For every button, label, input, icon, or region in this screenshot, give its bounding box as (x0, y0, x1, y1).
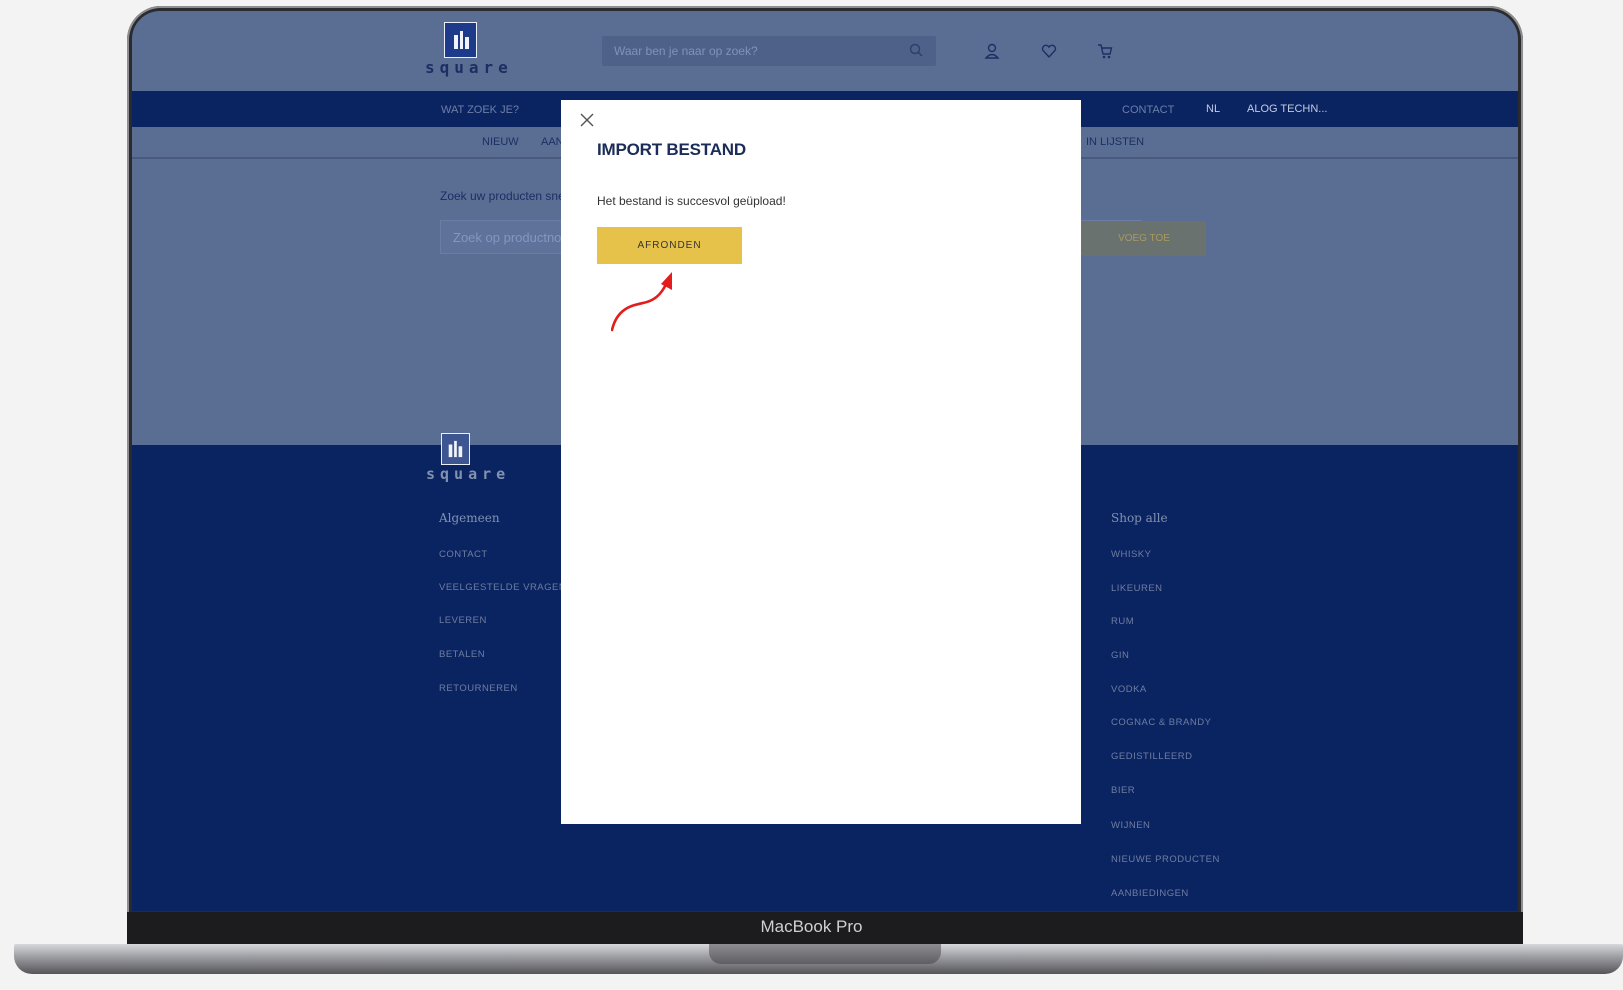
annotation-arrow-icon (611, 272, 672, 332)
nav-item-catalog[interactable]: ALOG TECHN... (1247, 103, 1327, 115)
footer-link-likeuren[interactable]: LIKEUREN (1111, 583, 1163, 594)
footer-link-betalen[interactable]: BETALEN (439, 649, 485, 660)
account-icon[interactable] (983, 42, 1001, 60)
footer-logo-wordmark: square (426, 465, 511, 483)
footer-link-gedistilleerd[interactable]: GEDISTILLEERD (1111, 751, 1192, 762)
footer-link-gin[interactable]: GIN (1111, 650, 1129, 661)
laptop-screen: square Waar ben je naar op zoek? WAT ZOE… (132, 11, 1518, 911)
heart-icon[interactable] (1040, 42, 1058, 60)
footer-link-retourneren[interactable]: RETOURNEREN (439, 683, 518, 694)
footer-link-rum[interactable]: RUM (1111, 616, 1134, 627)
footer-link-vodka[interactable]: VODKA (1111, 684, 1147, 695)
nav-item-contact[interactable]: CONTACT (1122, 104, 1174, 116)
footer-link-faq[interactable]: VEELGESTELDE VRAGEN (439, 582, 566, 593)
upload-success-message: Het bestand is succesvol geüpload! (597, 194, 786, 208)
footer-link-whisky[interactable]: WHISKY (1111, 549, 1151, 560)
site-header: square Waar ben je naar op zoek? (132, 11, 1518, 91)
close-icon[interactable] (579, 112, 595, 128)
nav-item-nieuw[interactable]: NIEUW (482, 136, 519, 148)
footer-link-bier[interactable]: BIER (1111, 785, 1135, 796)
footer-link-nieuwe-producten[interactable]: NIEUWE PRODUCTEN (1111, 854, 1220, 865)
site-search-placeholder: Waar ben je naar op zoek? (614, 44, 758, 58)
square-logo-icon[interactable] (444, 22, 477, 58)
footer-logo-icon[interactable] (441, 433, 470, 465)
finish-button[interactable]: AFRONDEN (597, 227, 742, 264)
site-search-input[interactable]: Waar ben je naar op zoek? (602, 36, 936, 66)
footer-heading-shop: Shop alle (1111, 511, 1168, 525)
logo-wordmark: square (425, 58, 513, 77)
laptop-notch (709, 944, 941, 964)
product-number-placeholder: Zoek op productno (453, 230, 562, 245)
modal-title: IMPORT BESTAND (597, 140, 746, 159)
footer-heading-general: Algemeen (439, 511, 500, 525)
quick-order-intro: Zoek uw producten snel (440, 189, 568, 203)
footer-link-wijnen[interactable]: WIJNEN (1111, 820, 1150, 831)
nav-item-lijsten[interactable]: IN LIJSTEN (1086, 136, 1144, 148)
add-product-button[interactable]: VOEG TOE (1082, 221, 1206, 256)
add-product-label: VOEG TOE (1118, 233, 1170, 244)
search-icon[interactable] (908, 42, 926, 60)
import-file-modal: IMPORT BESTAND Het bestand is succesvol … (561, 100, 1081, 824)
footer-link-cognac[interactable]: COGNAC & BRANDY (1111, 717, 1211, 728)
footer-link-contact[interactable]: CONTACT (439, 549, 488, 560)
nav-item-language[interactable]: NL (1206, 103, 1220, 115)
cart-icon[interactable] (1096, 42, 1114, 60)
footer-link-aanbiedingen[interactable]: AANBIEDINGEN (1111, 888, 1189, 899)
footer-link-leveren[interactable]: LEVEREN (439, 615, 487, 626)
nav-item-wat-zoek-je[interactable]: WAT ZOEK JE? (441, 104, 519, 116)
device-model-label: MacBook Pro (760, 917, 863, 936)
